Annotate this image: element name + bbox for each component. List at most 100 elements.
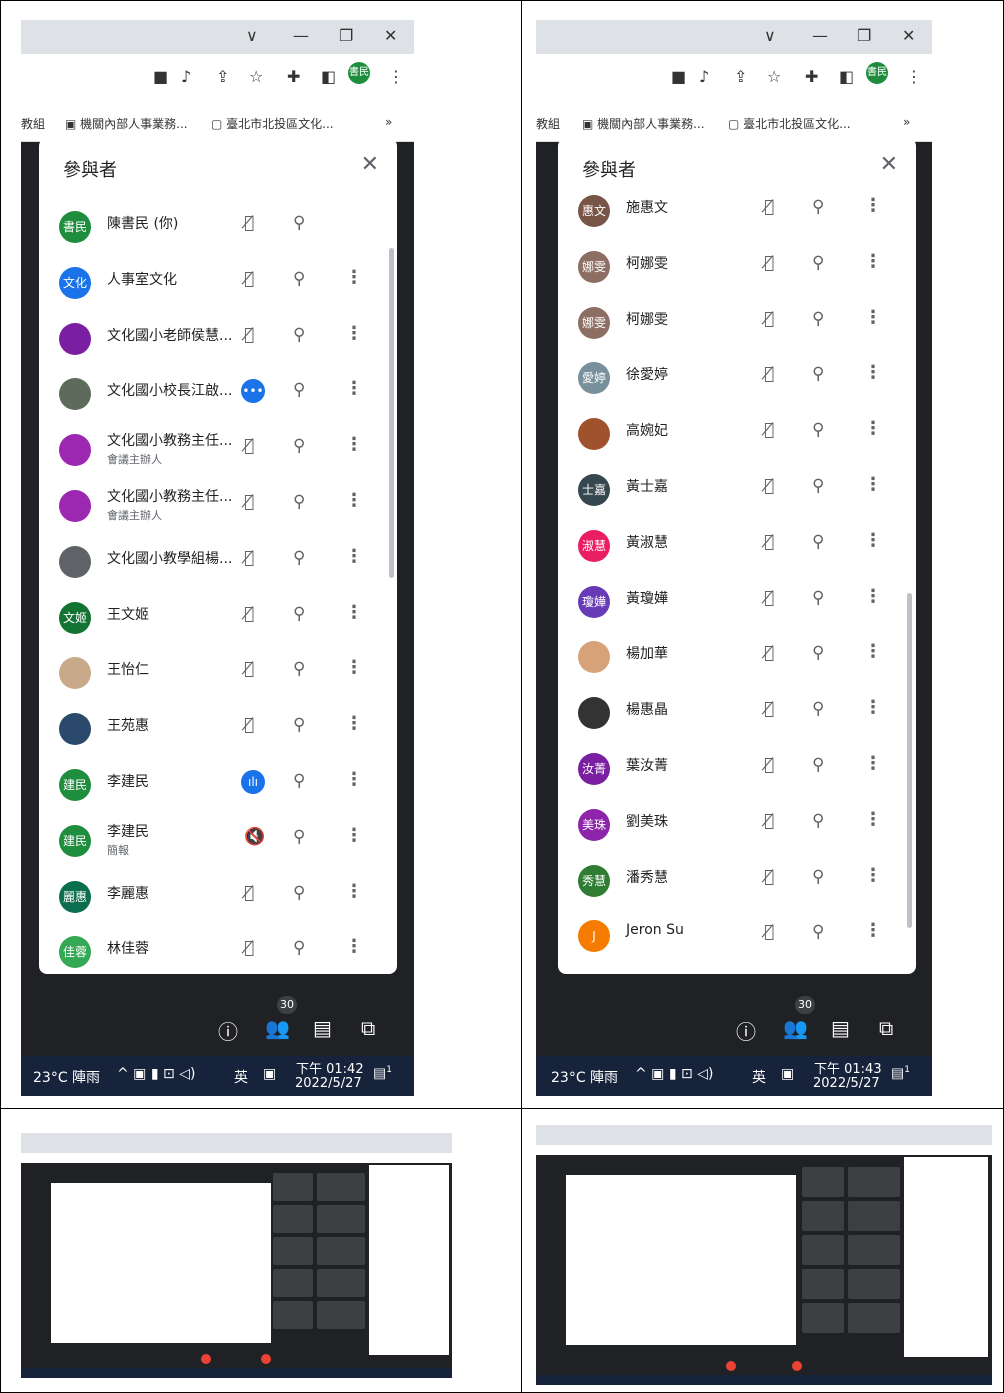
more-vert-icon[interactable]: ⋮ (345, 602, 363, 623)
info-icon[interactable]: ⓘ (218, 1016, 238, 1045)
participant-row[interactable]: 楊惠晶 🎙̸ ⚲ ⋮ (558, 685, 916, 741)
pin-icon[interactable]: ⚲ (293, 827, 305, 847)
more-bookmarks-icon[interactable]: » (385, 115, 392, 129)
more-vert-icon[interactable]: ⋮ (864, 195, 882, 216)
participant-row[interactable]: 建民 李建民 簡報 🔇 ⚲ ⋮ (39, 813, 397, 869)
pin-icon[interactable]: ⚲ (293, 380, 305, 400)
pin-icon[interactable]: ⚲ (812, 699, 824, 719)
more-vert-icon[interactable]: ⋮ (864, 753, 882, 774)
participant-row[interactable]: 佳蓉 林佳蓉 🎙̸ ⚲ ⋮ (39, 924, 397, 974)
more-vert-icon[interactable]: ⋮ (864, 530, 882, 551)
more-vert-icon[interactable]: ⋮ (864, 474, 882, 495)
pin-icon[interactable]: ⚲ (293, 213, 305, 233)
more-vert-icon[interactable]: ⋮ (345, 490, 363, 511)
chevron-down-icon[interactable]: ∨ (764, 26, 776, 45)
pin-icon[interactable]: ⚲ (293, 492, 305, 512)
pin-icon[interactable]: ⚲ (293, 938, 305, 958)
pin-icon[interactable]: ⚲ (812, 867, 824, 887)
restore-button[interactable]: ❐ (339, 26, 353, 45)
share-icon[interactable]: ⇪ (734, 67, 747, 86)
participant-row[interactable]: 惠文 施惠文 🎙̸ ⚲ ⋮ (558, 183, 916, 239)
more-options-bubble-icon[interactable]: ••• (241, 379, 265, 404)
extensions-icon[interactable]: ✚ (805, 67, 818, 86)
star-icon[interactable]: ☆ (249, 67, 263, 86)
participant-row[interactable]: 愛婷 徐愛婷 🎙̸ ⚲ ⋮ (558, 350, 916, 406)
mic-off-icon[interactable]: 🎙̸ (764, 420, 774, 440)
participant-row[interactable]: 高婉妃 🎙̸ ⚲ ⋮ (558, 406, 916, 462)
participant-row[interactable]: J Jeron Su 🎙̸ ⚲ ⋮ (558, 908, 916, 964)
more-vert-icon[interactable]: ⋮ (864, 865, 882, 886)
participant-row[interactable]: 書民 陳書民 (你) 🎙̸ ⚲ (39, 199, 397, 255)
camera-icon[interactable]: ■ (153, 67, 168, 86)
more-vert-icon[interactable]: ⋮ (345, 323, 363, 344)
pin-icon[interactable]: ⚲ (812, 309, 824, 329)
more-vert-icon[interactable]: ⋮ (864, 418, 882, 439)
mic-off-icon[interactable]: 🎙̸ (764, 643, 774, 663)
mic-off-icon[interactable]: 🎙̸ (244, 548, 254, 568)
bookmark-item[interactable]: ▢ 臺北市北投區文化... (211, 115, 334, 132)
more-vert-icon[interactable]: ⋮ (345, 267, 363, 288)
clock-date[interactable]: 2022/5/27 (295, 1076, 362, 1091)
weather-label[interactable]: 23°C 陣雨 (33, 1067, 100, 1087)
participant-row[interactable]: 王怡仁 🎙̸ ⚲ ⋮ (39, 645, 397, 701)
pin-icon[interactable]: ⚲ (812, 922, 824, 942)
pin-icon[interactable]: ⚲ (293, 436, 305, 456)
minimize-button[interactable]: — (812, 26, 828, 45)
pin-icon[interactable]: ⚲ (812, 532, 824, 552)
more-vert-icon[interactable]: ⋮ (345, 881, 363, 902)
participant-row[interactable]: 汝菁 葉汝菁 🎙̸ ⚲ ⋮ (558, 741, 916, 797)
pin-icon[interactable]: ⚲ (812, 364, 824, 384)
ime-label[interactable]: 英 (234, 1067, 248, 1087)
participant-row[interactable]: 王苑惠 🎙̸ ⚲ ⋮ (39, 701, 397, 757)
mic-off-icon[interactable]: 🎙̸ (764, 755, 774, 775)
participant-row[interactable]: 文姬 王文姬 🎙̸ ⚲ ⋮ (39, 590, 397, 646)
bookmark-item[interactable]: ▣ 機關內部人事業務... (582, 115, 705, 132)
weather-label[interactable]: 23°C 陣雨 (551, 1067, 618, 1087)
more-vert-icon[interactable]: ⋮ (345, 657, 363, 678)
extensions-icon[interactable]: ✚ (287, 67, 300, 86)
mic-off-icon[interactable]: 🎙̸ (244, 492, 254, 512)
pin-icon[interactable]: ⚲ (812, 253, 824, 273)
notification-icon[interactable]: ▤1 (373, 1065, 392, 1082)
bookmark-item[interactable]: 教組 (21, 115, 45, 132)
participant-row[interactable]: 文化國小教學組楊... 🎙̸ ⚲ ⋮ (39, 534, 397, 590)
pin-icon[interactable]: ⚲ (293, 771, 305, 791)
mic-off-icon[interactable]: 🎙̸ (764, 922, 774, 942)
mic-off-icon[interactable]: 🎙̸ (764, 811, 774, 831)
restore-button[interactable]: ❐ (857, 26, 871, 45)
mic-off-icon[interactable]: 🎙̸ (244, 604, 254, 624)
profile-avatar[interactable]: 書民 (866, 62, 888, 84)
scrollbar[interactable] (389, 248, 394, 578)
participant-row[interactable]: 士嘉 黃士嘉 🎙̸ ⚲ ⋮ (558, 462, 916, 518)
more-vert-icon[interactable]: ⋮ (864, 251, 882, 272)
bookmark-item[interactable]: 教組 (536, 115, 560, 132)
share-icon[interactable]: ⇪ (216, 67, 229, 86)
notification-icon[interactable]: ▤1 (891, 1065, 910, 1082)
more-vert-icon[interactable]: ⋮ (345, 769, 363, 790)
menu-icon[interactable]: ⋮ (388, 67, 404, 86)
mic-off-icon[interactable]: 🎙̸ (244, 883, 254, 903)
mic-off-icon[interactable]: 🎙̸ (764, 309, 774, 329)
tray-icons[interactable]: ^ ▣ ▮ ⊡ ◁) (117, 1066, 195, 1082)
pin-icon[interactable]: ⚲ (812, 588, 824, 608)
activities-icon[interactable]: ⧉ (879, 1016, 893, 1040)
chat-icon[interactable]: ▤ (313, 1016, 332, 1040)
participant-row[interactable]: 娜雯 柯娜雯 🎙̸ ⚲ ⋮ (558, 295, 916, 351)
more-vert-icon[interactable]: ⋮ (864, 362, 882, 383)
mic-off-icon[interactable]: 🎙̸ (764, 476, 774, 496)
participant-row[interactable]: 秀慧 潘秀慧 🎙̸ ⚲ ⋮ (558, 853, 916, 909)
mic-off-icon[interactable]: 🎙̸ (764, 364, 774, 384)
mic-off-icon[interactable]: 🎙̸ (244, 659, 254, 679)
notifications-off-icon[interactable]: ♪ (181, 67, 191, 86)
more-vert-icon[interactable]: ⋮ (345, 434, 363, 455)
info-icon[interactable]: ⓘ (736, 1016, 756, 1045)
ime-label[interactable]: 英 (752, 1067, 766, 1087)
participant-row[interactable]: 文化國小教務主任... 會議主辦人 🎙̸ ⚲ ⋮ (39, 422, 397, 478)
mic-off-icon[interactable]: 🎙̸ (764, 253, 774, 273)
pin-icon[interactable]: ⚲ (293, 325, 305, 345)
pin-icon[interactable]: ⚲ (812, 643, 824, 663)
bookmark-item[interactable]: ▢ 臺北市北投區文化... (728, 115, 851, 132)
notifications-off-icon[interactable]: ♪ (699, 67, 709, 86)
more-bookmarks-icon[interactable]: » (903, 115, 910, 129)
more-vert-icon[interactable]: ⋮ (345, 825, 363, 846)
